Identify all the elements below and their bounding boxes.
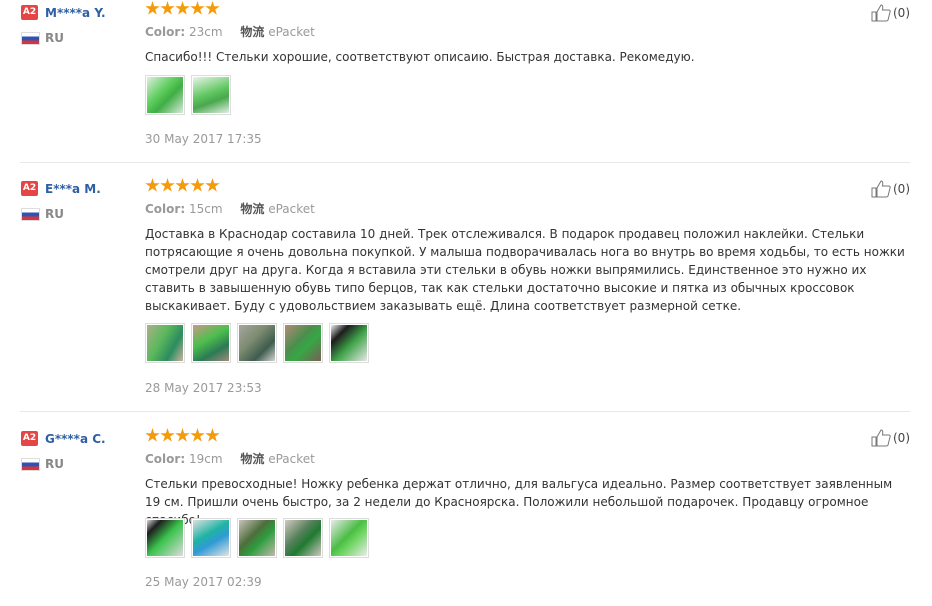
review-date: 28 May 2017 23:53 [145, 381, 262, 395]
star-icon [175, 178, 190, 192]
star-icon [205, 428, 220, 442]
review-photo[interactable] [283, 518, 323, 558]
star-icon [175, 428, 190, 442]
country-code: RU [45, 207, 64, 221]
review-photo[interactable] [329, 518, 369, 558]
review-photo[interactable] [237, 323, 277, 363]
shipping-label: 物流 [240, 202, 265, 216]
helpful-count: (0) [893, 6, 910, 20]
star-icon [160, 1, 175, 15]
color-value: 23cm [188, 25, 223, 39]
star-icon [205, 1, 220, 15]
country-code: RU [45, 31, 64, 45]
reviewer-country: RU [21, 457, 141, 471]
review-date: 30 May 2017 17:35 [145, 132, 262, 146]
thumbs-up-icon [871, 180, 891, 198]
review-photo[interactable] [237, 518, 277, 558]
thumbs-up-icon [871, 429, 891, 447]
color-value: 15cm [188, 202, 223, 216]
shipping-label: 物流 [240, 452, 265, 466]
review-item: A2 E***a M. RU Color: 15cm 物流 ePacket Дос… [0, 163, 932, 412]
review-text: Спасибо!!! Стельки хорошие, соответствую… [145, 50, 695, 64]
rating-stars [145, 428, 220, 444]
helpful-button[interactable]: (0) [871, 4, 910, 22]
star-icon [145, 428, 160, 442]
star-icon [190, 1, 205, 15]
country-code: RU [45, 457, 64, 471]
star-icon [160, 428, 175, 442]
review-photo[interactable] [191, 518, 231, 558]
flag-ru-icon [21, 208, 40, 221]
review-photos [145, 323, 369, 363]
helpful-count: (0) [893, 431, 910, 445]
flag-ru-icon [21, 32, 40, 45]
review-photo[interactable] [145, 518, 185, 558]
thumbs-up-icon [871, 4, 891, 22]
flag-ru-icon [21, 458, 40, 471]
review-photo[interactable] [145, 75, 185, 115]
buyer-level-badge: A2 [21, 5, 38, 20]
helpful-count: (0) [893, 182, 910, 196]
order-info: Color: 23cm 物流 ePacket [145, 23, 315, 40]
star-icon [205, 178, 220, 192]
star-icon [145, 178, 160, 192]
reviewer-country: RU [21, 31, 141, 45]
buyer-level-badge: A2 [21, 181, 38, 196]
shipping-value: ePacket [268, 25, 315, 39]
review-photo[interactable] [191, 75, 231, 115]
star-icon [190, 178, 205, 192]
review-item: A2 G****a C. RU Color: 19cm 物流 ePacket Ст… [0, 412, 932, 606]
reviewer-info: A2 G****a C. RU [21, 428, 141, 471]
review-date: 25 May 2017 02:39 [145, 575, 262, 589]
reviewer-info: A2 M****a Y. RU [21, 2, 141, 45]
review-item: A2 M****a Y. RU Color: 23cm 物流 ePacket Сп… [0, 0, 932, 163]
star-icon [145, 1, 160, 15]
helpful-button[interactable]: (0) [871, 429, 910, 447]
reviewer-name[interactable]: M****a Y. [45, 6, 106, 20]
star-icon [190, 428, 205, 442]
shipping-value: ePacket [268, 452, 315, 466]
review-photo[interactable] [329, 323, 369, 363]
shipping-value: ePacket [268, 202, 315, 216]
star-icon [160, 178, 175, 192]
review-photos [145, 518, 369, 558]
color-value: 19cm [188, 452, 223, 466]
shipping-label: 物流 [240, 25, 265, 39]
review-photo[interactable] [191, 323, 231, 363]
review-photos [145, 75, 231, 115]
review-photo[interactable] [283, 323, 323, 363]
review-text: Доставка в Краснодар составила 10 дней. … [145, 227, 905, 313]
color-label: Color: [145, 25, 186, 39]
reviewer-info: A2 E***a M. RU [21, 178, 141, 221]
star-icon [175, 1, 190, 15]
buyer-level-badge: A2 [21, 431, 38, 446]
review-photo[interactable] [145, 323, 185, 363]
rating-stars [145, 178, 220, 194]
helpful-button[interactable]: (0) [871, 180, 910, 198]
order-info: Color: 15cm 物流 ePacket [145, 200, 315, 217]
reviewer-name[interactable]: E***a M. [45, 182, 101, 196]
reviewer-country: RU [21, 207, 141, 221]
color-label: Color: [145, 202, 186, 216]
color-label: Color: [145, 452, 186, 466]
order-info: Color: 19cm 物流 ePacket [145, 450, 315, 467]
rating-stars [145, 1, 220, 17]
reviewer-name[interactable]: G****a C. [45, 432, 106, 446]
